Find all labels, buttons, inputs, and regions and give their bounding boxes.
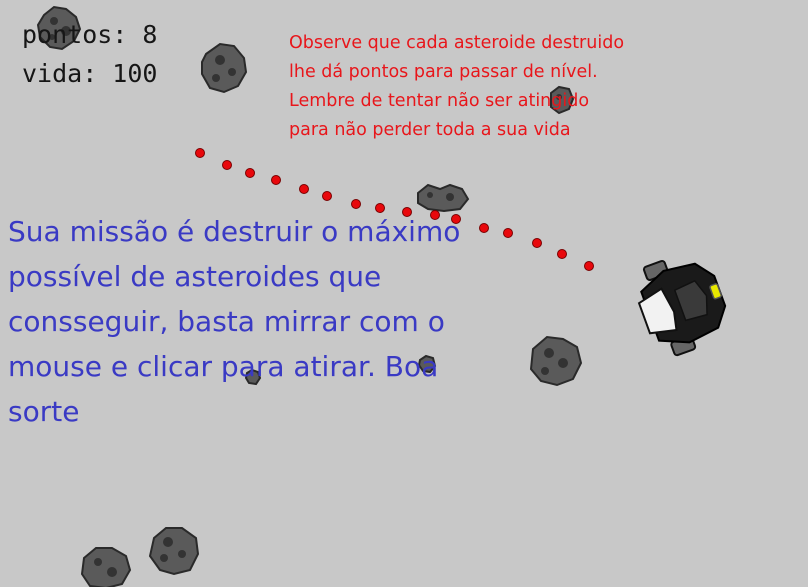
mission-line: consseguir, basta mirrar com o — [8, 305, 445, 338]
mission-text: Sua missão é destruir o máximo possível … — [8, 209, 508, 434]
bullet — [557, 249, 567, 259]
hint-line: Lembre de tentar não ser atingido — [289, 91, 590, 111]
asteroid-icon — [201, 42, 248, 94]
bullet — [322, 191, 332, 201]
spaceship-icon — [637, 259, 727, 357]
hint-line: lhe dá pontos para passar de nível. — [289, 62, 598, 82]
bullet — [351, 199, 361, 209]
mission-line: possível de asteroides que — [8, 260, 382, 293]
bullet — [195, 148, 205, 158]
bullet — [271, 175, 281, 185]
bullet — [222, 160, 232, 170]
mission-line: mouse e clicar para atirar. Boa — [8, 350, 439, 383]
score-label: pontos: 8 — [22, 20, 158, 49]
hint-line: para não perder toda a sua vida — [289, 120, 571, 140]
mission-line: sorte — [8, 395, 80, 428]
bullet — [245, 168, 255, 178]
hint-line: Observe que cada asteroide destruido — [289, 33, 625, 53]
life-label: vida: 100 — [22, 59, 158, 88]
asteroid-icon — [80, 547, 132, 587]
bullet — [532, 238, 542, 248]
hint-text: Observe que cada asteroide destruido lhe… — [289, 29, 689, 145]
game-canvas[interactable]: pontos: 8 vida: 100 Observe que cada ast… — [0, 0, 808, 587]
asteroid-icon — [529, 335, 583, 387]
mission-line: Sua missão é destruir o máximo — [8, 215, 461, 248]
asteroid-icon — [148, 527, 200, 576]
bullet — [584, 261, 594, 271]
bullet — [299, 184, 309, 194]
